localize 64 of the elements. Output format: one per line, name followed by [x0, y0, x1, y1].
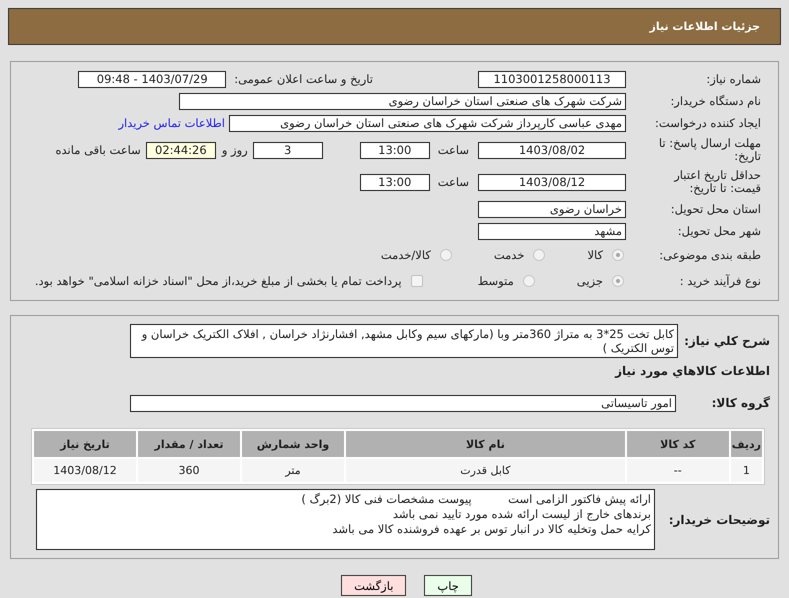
- field-label: شماره نیاز:: [705, 72, 761, 86]
- days-field[interactable]: 3: [252, 142, 323, 158]
- remaining-time-field[interactable]: 02:44:26: [146, 142, 216, 158]
- radio-button[interactable]: [522, 275, 535, 287]
- table-cell: 1403/08/12: [34, 459, 136, 482]
- column-header: واحد شمارش: [242, 431, 344, 457]
- note-line: برندهای خارج از لیست ارائه شده مورد تایید نمی باشد: [392, 507, 651, 522]
- field-label: تاریخ و ساعت اعلان عمومی:: [234, 72, 373, 86]
- table-cell: کابل قدرت: [346, 459, 625, 482]
- payment-note: پرداخت تمام یا بخشی از مبلغ خرید،از محل "اسناد خزانه اسلامی" خواهد بود.: [34, 274, 402, 288]
- time-label: ساعت: [438, 143, 469, 157]
- field-label: طبقه بندی موضوعی:: [658, 248, 761, 262]
- field-label: شرح کلي نياز:: [683, 334, 770, 348]
- time-field[interactable]: 13:00: [360, 174, 430, 190]
- field-label: گروه کالا:: [710, 396, 770, 410]
- field-label: استان محل تحویل:: [670, 202, 761, 216]
- radio-label: کالا/خدمت: [380, 248, 431, 262]
- city-field[interactable]: مشهد: [478, 222, 626, 240]
- column-header: نام کالا: [346, 431, 625, 457]
- field-label: حداقل تاریخ اعتبار قیمت: تا تاریخ:: [672, 169, 761, 195]
- checkbox[interactable]: [410, 275, 423, 287]
- note-line: کرایه حمل وتخلیه کالا در انبار توس بر عهده فروشنده کالا می باشد: [331, 522, 651, 537]
- time-label: ساعت: [438, 175, 469, 189]
- table-cell: 1: [730, 459, 762, 482]
- radio-button[interactable]: [533, 249, 546, 261]
- field-label: مهلت ارسال پاسخ: تا تاریخ:: [658, 137, 761, 163]
- print-button[interactable]: چاپ: [424, 575, 472, 596]
- date-field[interactable]: 1403/08/02: [478, 142, 626, 158]
- note-line: ارائه پیش فاکتور الزامی است پیوست مشخصات فنی کالا (2برگ ): [300, 492, 651, 507]
- table-cell: --: [626, 459, 729, 482]
- section-heading: اطلاعات کالاهاي مورد نياز: [615, 364, 770, 378]
- requester-field[interactable]: مهدی عباسی کارپرداز شرکت شهرک های صنعتی استان خراسان رضوی: [229, 114, 626, 132]
- need-number-field[interactable]: 1103001258000113: [478, 70, 626, 88]
- radio-button[interactable]: [440, 249, 452, 261]
- field-label: توضیحات خریدار:: [668, 512, 770, 526]
- radio-button[interactable]: [612, 275, 624, 287]
- column-header: کد کالا: [626, 431, 729, 457]
- buyer-notes-field[interactable]: ارائه پیش فاکتور الزامی است پیوست مشخصات فنی کالا (2برگ ) برندهای خارج از لیست ارائه شده مورد تایید نمی باشد کرایه حمل وتخلیه کالا در انبار توس بر عهده فروشنده کالا می باشد: [36, 489, 655, 550]
- remaining-label: ساعت باقی مانده: [56, 143, 141, 157]
- date-field[interactable]: 1403/08/12: [478, 174, 626, 190]
- contact-link[interactable]: اطلاعات تماس خریدار: [118, 116, 225, 130]
- radio-label: متوسط: [478, 274, 514, 288]
- field-label: نوع فرآیند خرید :: [678, 274, 761, 288]
- days-label: روز و: [222, 143, 248, 157]
- time-field[interactable]: 13:00: [360, 142, 430, 158]
- field-label: نام دستگاه خریدار:: [669, 94, 761, 108]
- back-button[interactable]: بازگشت: [341, 575, 406, 596]
- field-label: ایجاد کننده درخواست:: [654, 116, 761, 130]
- radio-label: کالا: [587, 248, 603, 262]
- radio-button[interactable]: [612, 249, 624, 261]
- column-header: تاریخ نیاز: [34, 431, 136, 457]
- province-field[interactable]: خراسان رضوی: [478, 200, 626, 218]
- buyer-org-field[interactable]: شرکت شهرک های صنعتی استان خراسان رضوی: [179, 92, 626, 110]
- goods-group-field[interactable]: امور تاسیساتی: [130, 394, 676, 412]
- description-field[interactable]: کابل تخت 25*3 به متراژ 360متر وبا (مارکهای سیم وکابل مشهد, افشارنژاد خراسان , افلاک الکتریک خراسان و توس الکتریک ): [130, 324, 678, 358]
- radio-label: جزیی: [576, 274, 603, 288]
- field-label: شهر محل تحویل:: [676, 224, 761, 238]
- table-cell: 360: [138, 459, 240, 482]
- column-header: ردیف: [730, 431, 762, 457]
- radio-label: خدمت: [494, 248, 524, 262]
- announce-date-field[interactable]: 1403/07/29 - 09:48: [78, 70, 226, 88]
- table-cell: متر: [242, 459, 344, 482]
- page-title: جزئیات اطلاعات نیاز: [650, 20, 760, 33]
- column-header: تعداد / مقدار: [138, 431, 240, 457]
